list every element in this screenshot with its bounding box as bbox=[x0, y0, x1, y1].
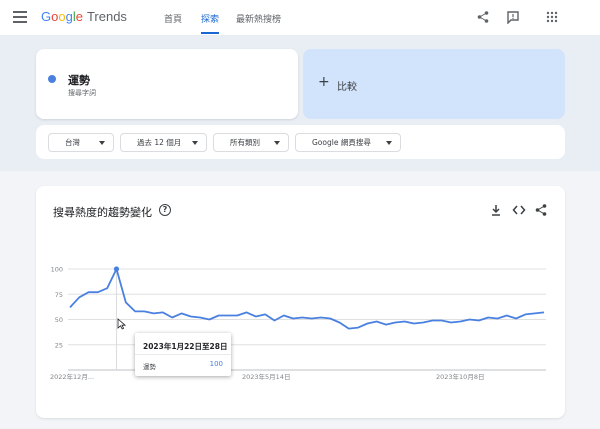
y-tick-label: 100 bbox=[51, 266, 63, 274]
x-tick-label: 2023年10月8日 bbox=[436, 372, 484, 381]
mouse-cursor-icon bbox=[117, 318, 126, 330]
tooltip-divider bbox=[135, 354, 231, 355]
y-tick-label: 25 bbox=[55, 341, 63, 349]
tooltip-term: 運勢 bbox=[143, 363, 156, 371]
x-tick-label: 2022年12月... bbox=[50, 372, 94, 381]
tooltip-value: 100 bbox=[209, 360, 223, 368]
data-point-tooltip: 2023年1月22日至28日 運勢 100 bbox=[135, 333, 231, 376]
highlighted-data-point[interactable] bbox=[113, 266, 120, 272]
y-tick-label: 75 bbox=[55, 291, 63, 299]
tooltip-date: 2023年1月22日至28日 bbox=[143, 342, 228, 351]
y-tick-label: 50 bbox=[55, 316, 63, 324]
interest-line-chart[interactable]: 25 50 75 100 2022年12月... 2023年5月14日 2023年10月8日 bbox=[0, 0, 600, 429]
x-tick-label: 2023年5月14日 bbox=[242, 372, 290, 381]
